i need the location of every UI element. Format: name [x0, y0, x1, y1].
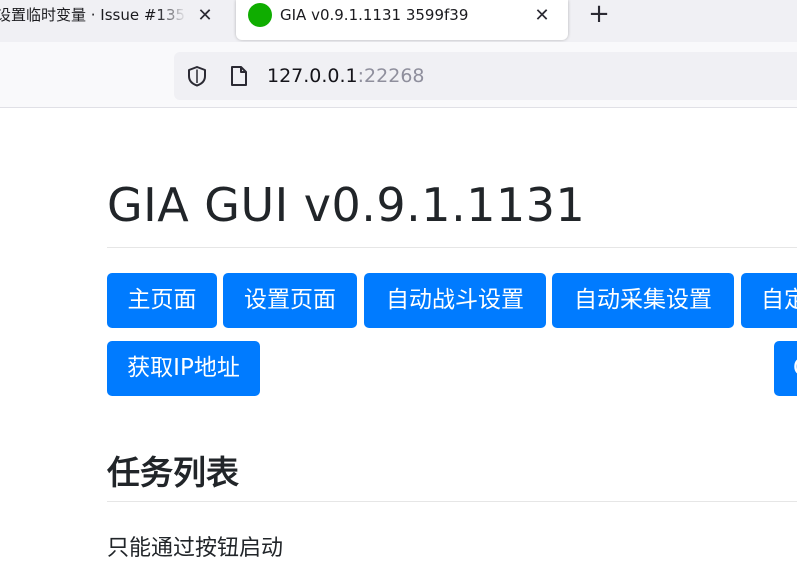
tab-strip: 设置临时变量 · Issue #1357 ✕ GIA v0.9.1.1131 3…	[0, 0, 797, 42]
tab-title: 设置临时变量 · Issue #1357	[0, 6, 186, 24]
tab-title: GIA v0.9.1.1131 3599f39	[280, 6, 469, 24]
shield-icon[interactable]	[186, 65, 208, 87]
url-bar[interactable]: 127.0.0.1:22268	[174, 52, 797, 100]
url-text[interactable]: 127.0.0.1:22268	[267, 64, 425, 88]
get-ip-address-button[interactable]: 获取IP地址	[107, 341, 260, 396]
url-host: 127.0.0.1	[267, 65, 358, 87]
tab-issue[interactable]: 设置临时变量 · Issue #1357 ✕	[0, 0, 222, 40]
custom-button[interactable]: 自定	[741, 273, 797, 328]
page-title: GIA GUI v0.9.1.1131	[107, 178, 586, 232]
home-page-button[interactable]: 主页面	[107, 273, 217, 328]
close-icon[interactable]: ✕	[195, 5, 215, 26]
divider	[107, 247, 797, 248]
task-list-note: 只能通过按钮启动	[107, 536, 284, 561]
task-list-heading: 任务列表	[107, 453, 239, 492]
toolbar: 127.0.0.1:22268	[0, 42, 797, 108]
favicon-icon	[248, 3, 272, 27]
tab-gia[interactable]: GIA v0.9.1.1131 3599f39 ✕	[236, 0, 568, 40]
close-icon[interactable]: ✕	[532, 5, 552, 26]
browser-window: 设置临时变量 · Issue #1357 ✕ GIA v0.9.1.1131 3…	[0, 0, 797, 563]
auto-combat-settings-button[interactable]: 自动战斗设置	[364, 273, 546, 328]
settings-page-button[interactable]: 设置页面	[223, 273, 357, 328]
partial-button[interactable]: C	[774, 341, 797, 396]
divider	[107, 501, 797, 502]
auto-collect-settings-button[interactable]: 自动采集设置	[552, 273, 734, 328]
new-tab-button[interactable]: +	[587, 1, 611, 27]
page-content: GIA GUI v0.9.1.1131 主页面 设置页面 自动战斗设置 自动采集…	[0, 108, 797, 563]
page-icon[interactable]	[229, 64, 249, 88]
url-port: :22268	[357, 65, 425, 87]
